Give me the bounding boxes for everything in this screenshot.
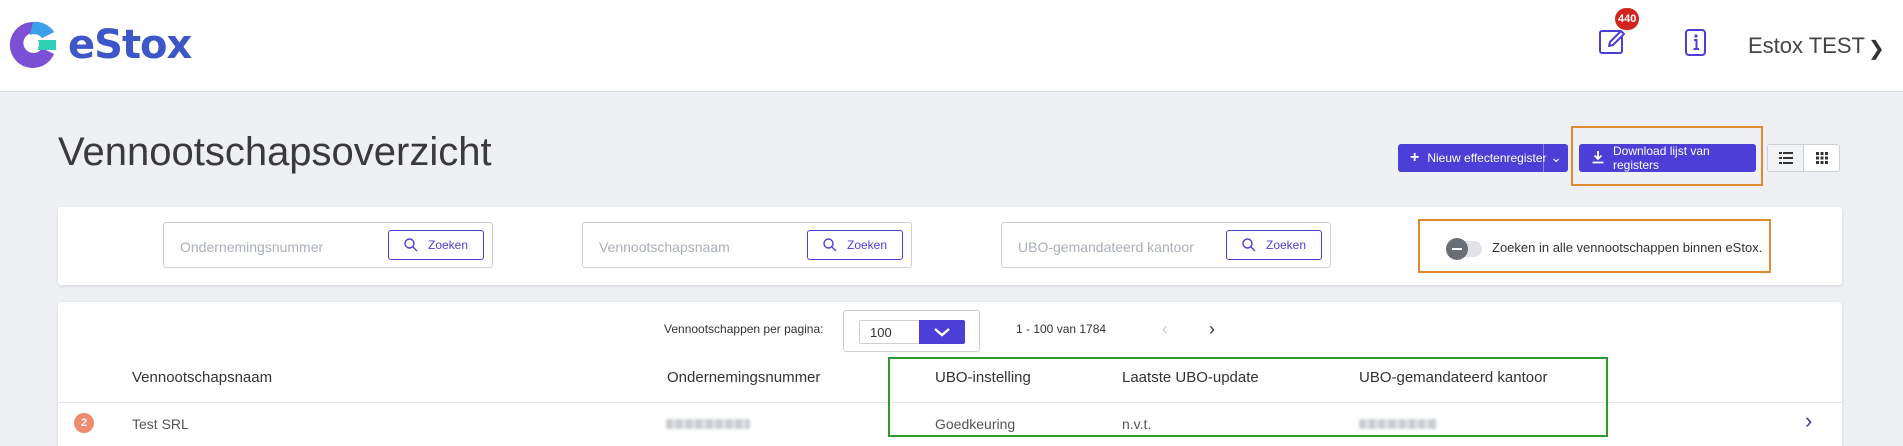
plus-icon: +	[1410, 149, 1420, 166]
edit-icon[interactable]	[1597, 26, 1629, 58]
highlight-ubo-columns	[888, 357, 1608, 437]
per-page-select[interactable]: 100	[859, 320, 965, 344]
notification-badge: 440	[1615, 8, 1640, 30]
top-bar: eStox 440 Estox TEST ❯	[0, 0, 1903, 92]
per-page-value: 100	[870, 325, 892, 340]
highlight-search-all: Zoeken in alle vennootschappen binnen eS…	[1418, 219, 1771, 273]
search-card: Ondernemingsnummer Zoeken Vennootschapsn…	[58, 207, 1842, 285]
company-name-search-button[interactable]: Zoeken	[807, 230, 903, 260]
company-number-search[interactable]: Ondernemingsnummer Zoeken	[163, 222, 493, 268]
info-icon[interactable]	[1680, 26, 1712, 58]
company-name-input[interactable]: Vennootschapsnaam	[599, 239, 730, 255]
search-icon	[823, 238, 837, 252]
search-button-label: Zoeken	[427, 238, 469, 252]
chevron-down-icon[interactable]	[919, 320, 965, 344]
per-page-label: Vennootschappen per pagina:	[664, 322, 824, 336]
previous-page-icon[interactable]: ‹	[1162, 319, 1168, 340]
search-all-label: Zoeken in alle vennootschappen binnen eS…	[1492, 240, 1763, 255]
new-register-label: Nieuw effectenregister	[1427, 151, 1547, 165]
ubo-office-search-button[interactable]: Zoeken	[1226, 230, 1322, 260]
logo-icon	[8, 20, 58, 70]
company-table-card: Vennootschappen per pagina: 100 1 - 100 …	[58, 302, 1842, 446]
ubo-office-search[interactable]: UBO-gemandateerd kantoor Zoeken	[1001, 222, 1331, 268]
company-name-search[interactable]: Vennootschapsnaam Zoeken	[582, 222, 912, 268]
search-all-toggle[interactable]	[1446, 238, 1482, 260]
chevron-right-icon[interactable]: ›	[1805, 408, 1812, 434]
page-title: Vennootschapsoverzicht	[58, 130, 492, 174]
redacted-company-number	[666, 419, 750, 429]
next-page-icon[interactable]: ›	[1209, 319, 1215, 340]
grid-view-icon[interactable]	[1804, 145, 1839, 171]
chevron-down-icon[interactable]: ⌄	[1550, 149, 1562, 166]
new-register-button[interactable]: + Nieuw effectenregister ⌄	[1398, 144, 1568, 172]
row-badge: 2	[74, 413, 94, 433]
per-page-container: 100	[843, 310, 980, 352]
toggle-knob	[1446, 238, 1468, 260]
list-view-icon[interactable]	[1768, 145, 1804, 171]
company-number-input[interactable]: Ondernemingsnummer	[180, 239, 323, 255]
view-toggle	[1767, 144, 1840, 172]
chevron-right-icon[interactable]: ❯	[1868, 36, 1885, 61]
download-registers-label: Download lijst van registers	[1613, 144, 1710, 172]
company-number-search-button[interactable]: Zoeken	[388, 230, 484, 260]
ubo-office-input[interactable]: UBO-gemandateerd kantoor	[1018, 239, 1194, 255]
download-registers-button[interactable]: Download lijst van registers	[1579, 144, 1756, 172]
download-icon	[1591, 150, 1605, 167]
search-icon	[1242, 238, 1256, 252]
user-name[interactable]: Estox TEST	[1748, 33, 1865, 59]
search-icon	[404, 238, 418, 252]
pagination-range: 1 - 100 van 1784	[1016, 322, 1107, 336]
search-button-label: Zoeken	[1265, 238, 1307, 252]
column-header-company-number[interactable]: Ondernemingsnummer	[667, 369, 820, 386]
logo-text: eStox	[68, 22, 192, 68]
logo[interactable]: eStox	[8, 20, 192, 70]
column-header-company-name[interactable]: Vennootschapsnaam	[132, 369, 272, 386]
button-separator	[1543, 144, 1544, 172]
search-button-label: Zoeken	[846, 238, 888, 252]
company-name-cell: Test SRL	[132, 416, 189, 432]
